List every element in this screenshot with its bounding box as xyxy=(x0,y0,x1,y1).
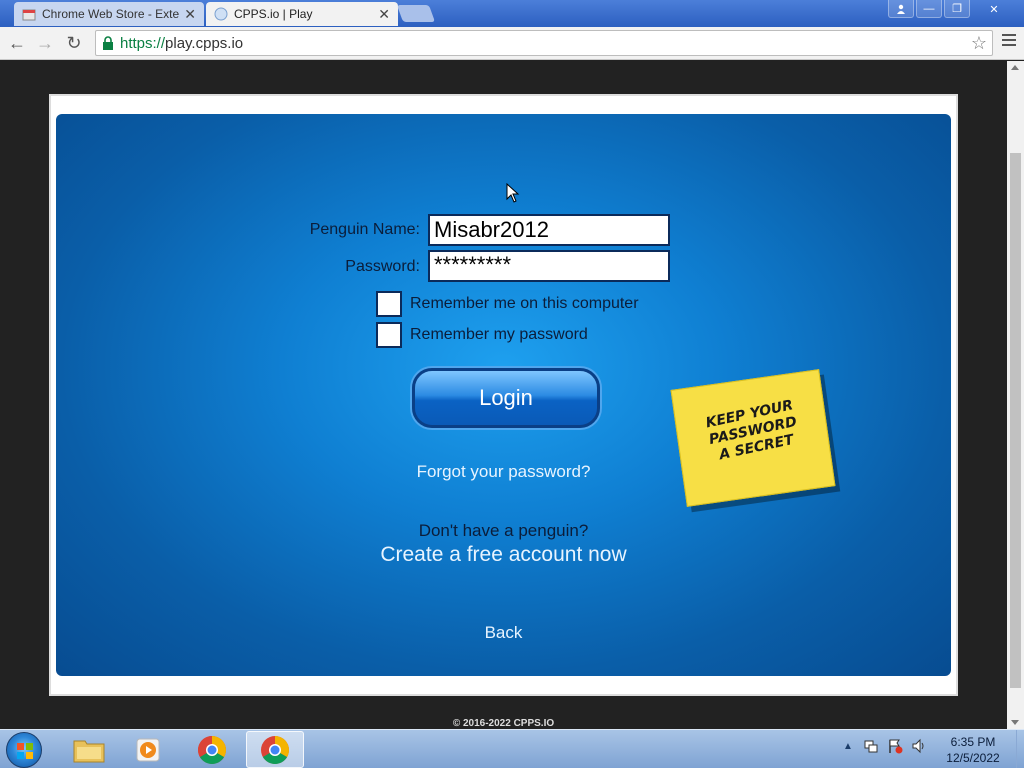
remember-me-label: Remember me on this computer xyxy=(410,295,639,312)
back-link[interactable]: Back xyxy=(56,623,951,643)
media-player-icon xyxy=(136,738,160,761)
clock-date: 12/5/2022 xyxy=(946,751,1000,765)
window-controls: — ❐ ✕ xyxy=(886,0,1016,18)
password-label: Password: xyxy=(345,258,420,275)
remember-me-row[interactable]: Remember me on this computer xyxy=(376,291,639,317)
volume-icon[interactable] xyxy=(911,738,927,754)
user-icon[interactable] xyxy=(888,0,914,18)
remember-password-checkbox[interactable] xyxy=(376,322,402,348)
chrome-web-store-icon xyxy=(22,9,36,21)
tab-label: Chrome Web Store - Exte xyxy=(42,7,180,21)
restore-button[interactable]: ❐ xyxy=(944,0,970,18)
folder-icon xyxy=(73,740,105,762)
windows-taskbar: ▲ 6:35 PM 12/5/2022 xyxy=(0,729,1024,768)
show-hidden-icons-icon[interactable]: ▲ xyxy=(843,741,853,752)
password-input[interactable]: ********* xyxy=(428,250,670,282)
login-button[interactable]: Login xyxy=(412,368,600,428)
taskbar-media-player[interactable] xyxy=(120,731,178,768)
penguin-name-label: Penguin Name: xyxy=(309,221,420,238)
mouse-cursor-icon xyxy=(506,183,520,203)
game-frame: Penguin Name: Misabr2012 Password: *****… xyxy=(49,94,958,696)
sticky-note: KEEP YOUR PASSWORD A SECRET xyxy=(670,369,836,507)
scroll-thumb[interactable] xyxy=(1010,153,1021,688)
close-icon[interactable]: ✕ xyxy=(378,6,390,23)
tab-chrome-web-store[interactable]: Chrome Web Store - Exte ✕ xyxy=(14,2,204,26)
flag-warning-icon[interactable] xyxy=(887,738,903,754)
tab-cpps-play[interactable]: CPPS.io | Play ✕ xyxy=(206,2,398,26)
url-text: https://play.cpps.io xyxy=(120,35,243,52)
copyright-text: © 2016-2022 CPPS.IO xyxy=(452,718,555,729)
page-scrollbar[interactable] xyxy=(1007,61,1024,729)
lock-icon xyxy=(103,36,113,50)
taskbar-clock[interactable]: 6:35 PM 12/5/2022 xyxy=(934,734,1012,766)
windows-logo-icon xyxy=(17,743,33,759)
loading-icon xyxy=(214,7,228,21)
taskbar-chrome[interactable] xyxy=(183,731,241,768)
browser-titlebar: Chrome Web Store - Exte ✕ CPPS.io | Play… xyxy=(0,0,1024,27)
network-icon[interactable] xyxy=(863,738,879,754)
show-desktop-button[interactable] xyxy=(1016,730,1024,768)
system-tray: ▲ xyxy=(843,738,927,754)
chrome-menu-icon[interactable] xyxy=(1002,34,1016,49)
forward-arrow-icon[interactable]: → xyxy=(34,32,56,54)
create-account-link[interactable]: Create a free account now xyxy=(56,543,951,567)
new-tab-button[interactable] xyxy=(396,5,436,22)
address-bar[interactable]: https://play.cpps.io ☆ xyxy=(95,30,993,56)
chrome-icon xyxy=(198,735,226,764)
penguin-name-input[interactable]: Misabr2012 xyxy=(428,214,670,246)
minimize-button[interactable]: — xyxy=(916,0,942,18)
start-button[interactable] xyxy=(6,732,42,768)
remember-password-row[interactable]: Remember my password xyxy=(376,322,588,348)
window-close-button[interactable]: ✕ xyxy=(972,0,1016,18)
remember-password-label: Remember my password xyxy=(410,326,588,343)
sticky-note-text: KEEP YOUR PASSWORD A SECRET xyxy=(674,391,831,472)
page-viewport: Penguin Name: Misabr2012 Password: *****… xyxy=(0,61,1007,729)
clock-time: 6:35 PM xyxy=(950,735,996,749)
bookmark-star-icon[interactable]: ☆ xyxy=(971,33,987,54)
scroll-up-arrow-icon[interactable] xyxy=(1011,65,1019,70)
taskbar-chrome-active[interactable] xyxy=(246,731,304,768)
scroll-down-arrow-icon[interactable] xyxy=(1011,720,1019,725)
back-arrow-icon[interactable]: ← xyxy=(6,32,28,54)
browser-toolbar: ← → ↻ https://play.cpps.io ☆ xyxy=(0,27,1024,60)
no-penguin-text: Don't have a penguin? xyxy=(418,521,589,540)
url-host: play.cpps.io xyxy=(165,34,244,52)
reload-icon[interactable]: ↻ xyxy=(63,32,85,54)
remember-me-checkbox[interactable] xyxy=(376,291,402,317)
url-scheme: https:// xyxy=(120,34,166,52)
tab-label: CPPS.io | Play xyxy=(234,7,313,21)
close-icon[interactable]: ✕ xyxy=(184,6,196,23)
taskbar-file-explorer[interactable] xyxy=(60,731,118,768)
chrome-icon xyxy=(261,735,289,764)
login-screen: Penguin Name: Misabr2012 Password: *****… xyxy=(56,114,951,676)
